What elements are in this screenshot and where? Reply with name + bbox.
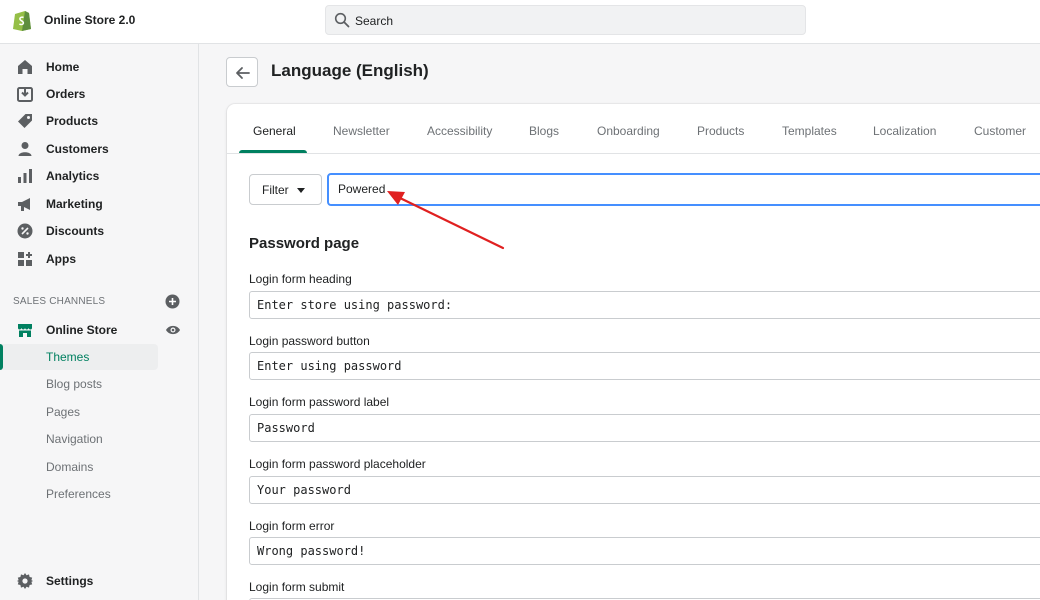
tab-accessibility[interactable]: Accessibility [427, 124, 492, 138]
sidebar-subitem-label: Domains [46, 460, 94, 474]
field-value: Password [257, 421, 315, 435]
tab-localization[interactable]: Localization [873, 124, 936, 138]
tag-icon [18, 114, 32, 128]
sidebar-subitem-label: Navigation [46, 432, 103, 446]
sidebar-item-apps[interactable]: Apps [0, 246, 199, 272]
sidebar-item-marketing[interactable]: Marketing [0, 191, 199, 217]
apps-icon [18, 252, 32, 266]
tab-customer[interactable]: Customer [974, 124, 1026, 138]
sidebar-subitem-blog-posts[interactable]: Blog posts [0, 371, 158, 397]
tab-general[interactable]: General [253, 124, 296, 138]
tab-blogs[interactable]: Blogs [529, 124, 559, 138]
top-bar: Online Store 2.0 Search [0, 0, 1040, 44]
login-password-button-field[interactable]: Enter using password [249, 352, 1040, 380]
field-label: Login form heading [249, 272, 352, 286]
filter-input[interactable]: Powered [327, 173, 1040, 206]
search-icon [334, 12, 350, 28]
store-icon [18, 324, 32, 337]
sidebar-subitem-label: Pages [46, 405, 81, 419]
sidebar-item-label: Online Store [46, 323, 118, 337]
field-label: Login form password label [249, 395, 390, 409]
home-icon [18, 60, 32, 74]
sidebar-item-settings[interactable]: Settings [0, 568, 199, 594]
tab-bar: General Newsletter Accessibility Blogs O… [227, 104, 1040, 154]
section-heading: Password page [249, 235, 360, 252]
filter-input-value: Powered [338, 182, 386, 196]
field-label: Login form password placeholder [249, 457, 426, 471]
sidebar-subitem-preferences[interactable]: Preferences [0, 481, 158, 507]
orders-icon [17, 87, 33, 102]
field-label: Login form submit [249, 580, 345, 594]
sidebar-item-label: Customers [46, 142, 109, 156]
filter-button-label: Filter [262, 183, 289, 197]
sidebar-item-label: Settings [46, 574, 94, 588]
megaphone-icon [18, 198, 30, 211]
sidebar-subitem-domains[interactable]: Domains [0, 454, 158, 480]
field-value: Your password [257, 483, 351, 497]
discount-icon [17, 223, 33, 239]
shopify-logo-icon [13, 11, 31, 31]
sidebar-item-label: Home [46, 60, 80, 74]
login-form-password-label-field[interactable]: Password [249, 414, 1040, 442]
sidebar-subitem-label: Themes [46, 350, 90, 364]
sidebar-subitem-label: Preferences [46, 487, 111, 501]
sidebar-item-label: Discounts [46, 224, 105, 238]
language-editor-card: General Newsletter Accessibility Blogs O… [227, 104, 1040, 600]
sidebar-subitem-pages[interactable]: Pages [0, 399, 158, 425]
sidebar-item-label: Marketing [46, 197, 103, 211]
sidebar-item-label: Products [46, 114, 99, 128]
store-name[interactable]: Online Store 2.0 [44, 13, 135, 27]
sidebar-item-analytics[interactable]: Analytics [0, 163, 199, 189]
caret-down-icon [297, 188, 305, 193]
tab-products[interactable]: Products [697, 124, 744, 138]
sidebar-item-products[interactable]: Products [0, 108, 199, 134]
arrow-left-icon [236, 67, 250, 79]
bar-chart-icon [18, 169, 32, 183]
sidebar-item-label: Apps [46, 252, 76, 266]
sales-channels-title: SALES CHANNELS [13, 296, 106, 307]
login-form-password-placeholder-field[interactable]: Your password [249, 476, 1040, 504]
tab-newsletter[interactable]: Newsletter [333, 124, 390, 138]
search-input[interactable]: Search [355, 14, 393, 28]
field-value: Enter store using password: [257, 298, 453, 312]
login-form-error-field[interactable]: Wrong password! [249, 537, 1040, 565]
field-value: Enter using password [257, 359, 402, 373]
page-title: Language (English) [271, 61, 429, 80]
tab-onboarding[interactable]: Onboarding [597, 124, 660, 138]
gear-icon [17, 573, 33, 589]
person-icon [18, 142, 32, 156]
field-label: Login form error [249, 519, 335, 533]
filter-button[interactable]: Filter [249, 174, 322, 205]
add-channel-icon[interactable] [165, 294, 180, 309]
field-value: Wrong password! [257, 544, 366, 558]
login-form-heading-field[interactable]: Enter store using password: [249, 291, 1040, 319]
sidebar-item-customers[interactable]: Customers [0, 136, 199, 162]
back-button[interactable] [226, 57, 258, 87]
field-label: Login password button [249, 334, 370, 348]
sidebar-item-home[interactable]: Home [0, 54, 199, 80]
search-bar[interactable]: Search [325, 5, 806, 35]
sidebar: Home Orders Products Customers Analytics… [0, 44, 199, 600]
sidebar-subitem-navigation[interactable]: Navigation [0, 426, 158, 452]
sidebar-subitem-label: Blog posts [46, 377, 103, 391]
active-tab-indicator [239, 150, 307, 153]
sidebar-item-orders[interactable]: Orders [0, 81, 199, 107]
sidebar-item-label: Orders [46, 87, 86, 101]
sidebar-item-discounts[interactable]: Discounts [0, 218, 199, 244]
sidebar-item-label: Analytics [46, 169, 100, 183]
eye-icon[interactable] [165, 323, 181, 337]
sidebar-subitem-themes[interactable]: Themes [0, 344, 158, 370]
tab-templates[interactable]: Templates [782, 124, 837, 138]
